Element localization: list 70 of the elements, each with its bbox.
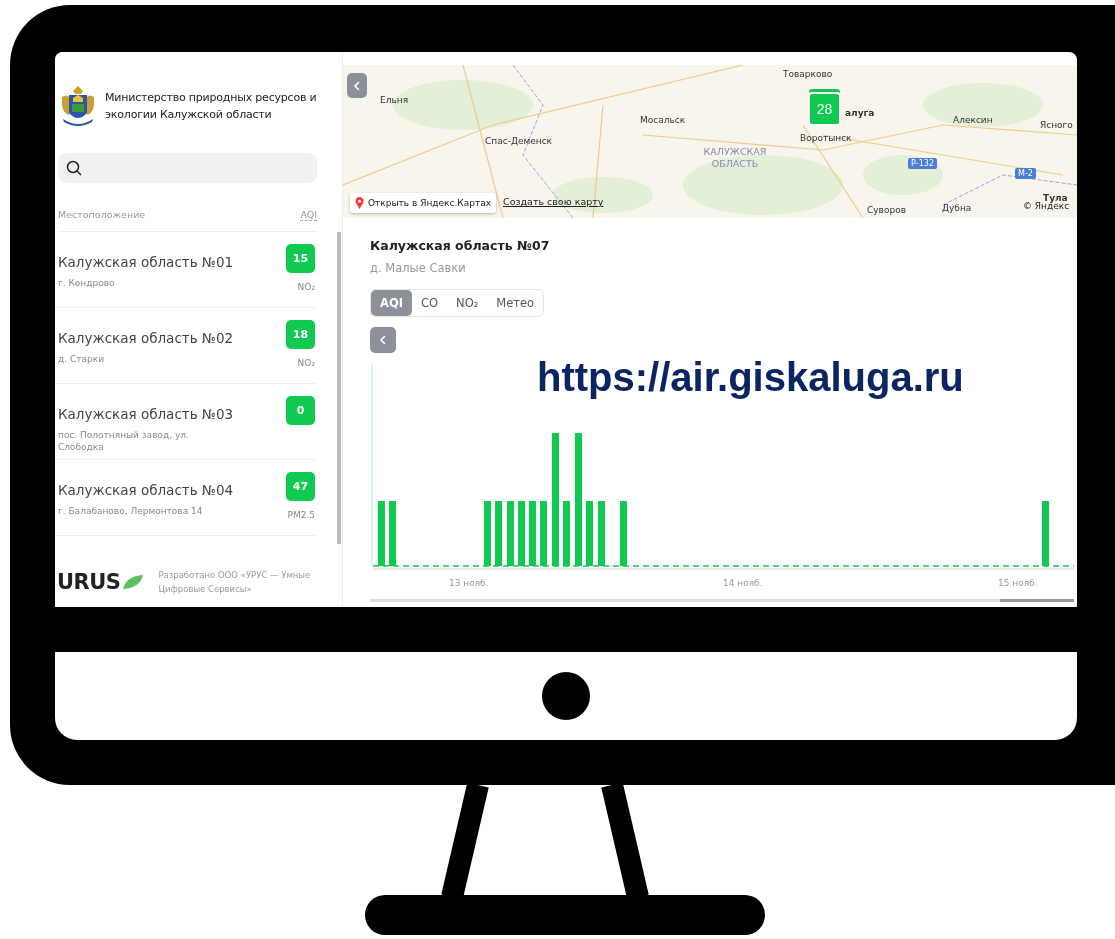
chart-bar [620,501,627,566]
map-copyright: © Яндекс [1023,201,1070,211]
pollutant-label: PM2.5 [287,510,315,520]
chart-bar [598,501,605,566]
chart-bar [495,501,502,566]
station-address: г. Балабаново, Лермонтова 14 [58,505,204,517]
chart-bar [484,501,491,566]
pollutant-tab[interactable]: NO₂ [447,290,488,316]
pollutant-label: NO₂ [297,358,315,368]
station-title: Калужская область №07 [370,238,551,253]
chart-bar [507,501,514,566]
station-address: г. Кондрово [58,277,116,289]
leaf-icon [122,574,145,590]
create-map-link[interactable]: Создать свою карту [503,196,604,207]
aqi-badge: 15 [286,244,315,273]
station-address: д. Старки [58,353,105,365]
map-place-label: Алексин [953,115,993,126]
organization-title: Министерство природных ресурсов и экологии Калужской области [105,90,318,123]
back-button[interactable] [370,327,396,353]
map-pin-icon [355,197,364,209]
website-url-caption: https://air.giskaluga.ru [537,355,964,400]
axis-date-label: 13 нояб. [449,578,489,588]
aqi-badge: 18 [286,320,315,349]
chart-bar [389,501,396,566]
chevron-left-icon [353,80,361,91]
station-name[interactable]: Калужская область №02 [58,330,234,346]
map-place-label: Суворов [867,205,906,216]
chart-bar [518,501,525,566]
coat-of-arms-icon [59,85,97,127]
open-in-yandex-maps-button[interactable]: Открыть в Яндекс.Картах [350,193,496,213]
chart-bar [378,501,385,566]
pollutant-tab[interactable]: CO [411,290,448,316]
chart-bar [540,501,547,566]
map-place-label: Мосальск [640,115,686,126]
map-place-label: Воротынск [800,133,852,144]
aqi-badge: 0 [286,396,315,425]
search-icon [66,160,82,176]
map-place-label: КАЛУЖСКАЯ ОБЛАСТЬ [702,146,768,170]
station-name[interactable]: Калужская область №03 [58,406,234,422]
aqi-badge: 47 [286,472,315,501]
station-name[interactable]: Калужская область №01 [58,254,234,270]
scrollbar-thumb[interactable] [1000,599,1074,602]
map-place-label: Товарково [783,69,833,80]
scrollbar-thumb[interactable] [337,232,341,544]
pollutant-tab[interactable]: Метео [487,290,544,316]
company-logo-text: URUS [57,570,121,594]
chevron-left-icon [379,335,387,345]
map-place-label: Ельня [380,95,409,106]
axis-date-label: 14 нояб. [723,578,763,588]
chart-bar [586,501,593,566]
pollutant-label: NO₂ [297,282,315,292]
map-place-label: Дубна [942,203,972,214]
station-name[interactable]: Калужская область №04 [58,482,234,498]
map-place-label: Ясного [1040,120,1073,131]
chart-bar [1042,501,1049,566]
station-address: д. Малые Савки [370,261,467,275]
search-field[interactable] [58,153,317,183]
map-place-label: алуга [845,108,875,119]
road-number-label: Р-132 [908,158,937,169]
station-address: пос. Полотняный завод, ул. Слободка [58,429,190,453]
map-place-label: Спас-Деменск [485,136,553,147]
map-place-label: Тула [1043,193,1068,203]
axis-date-label: 15 нояб. [998,578,1038,588]
monitor-logo-dot [542,672,590,720]
road-number-label: М-2 [1015,168,1036,179]
column-header: Местоположение [58,209,146,221]
chart-bar [563,501,570,566]
collapse-button[interactable] [347,73,367,98]
developer-credit: Разработано ООО «УРУС — Умные Цифровые Сервисы» [158,569,312,596]
chart-bar [529,501,536,566]
